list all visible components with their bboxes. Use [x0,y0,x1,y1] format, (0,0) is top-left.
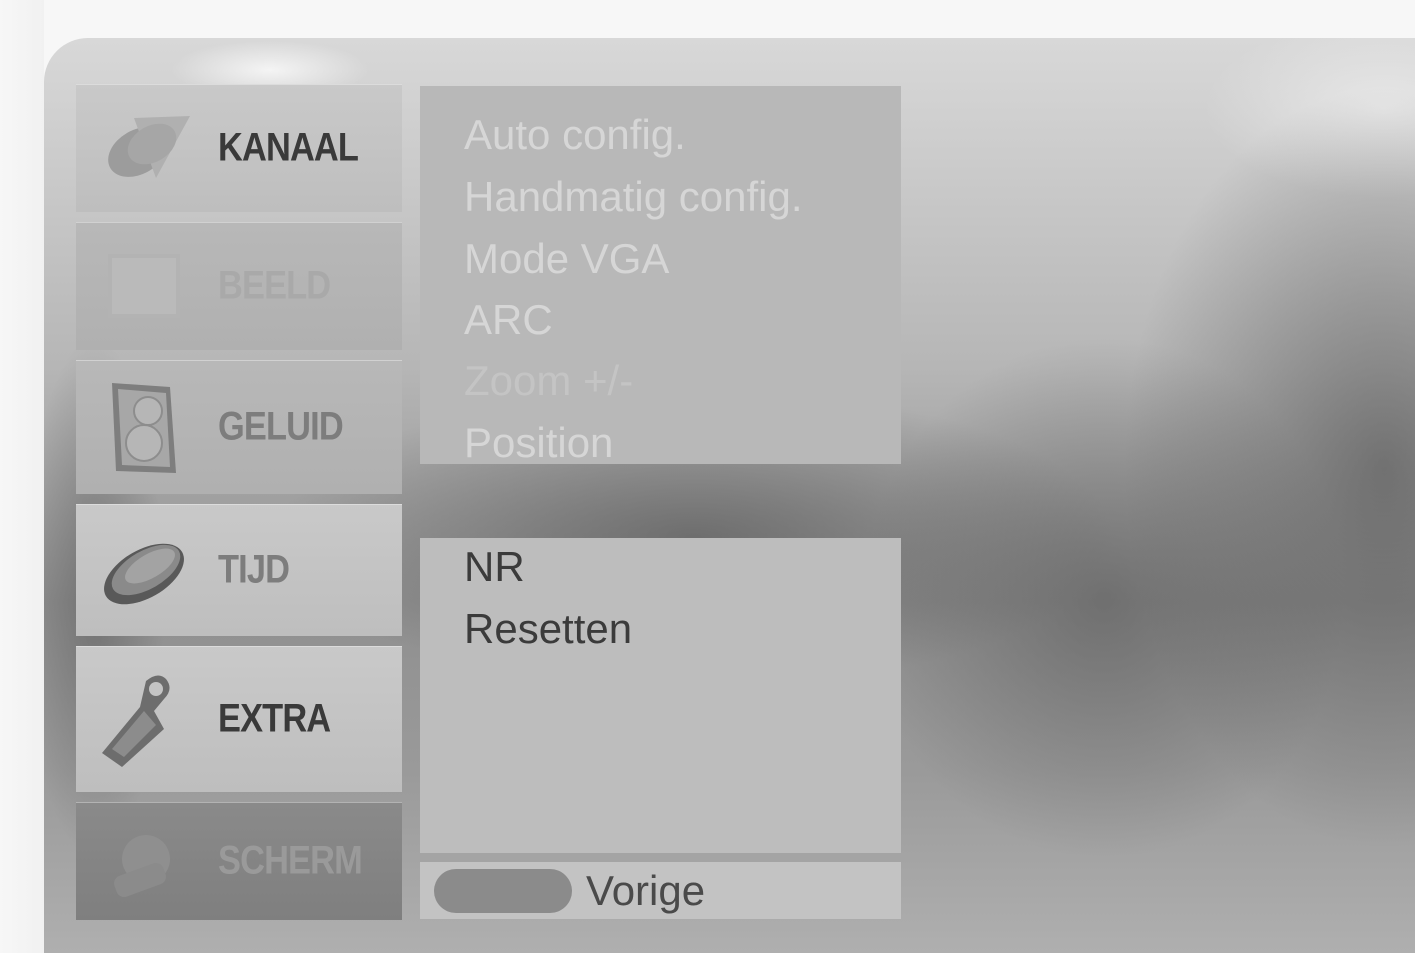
background-edge [0,0,44,953]
menu-item-position[interactable]: Position [464,422,613,464]
category-label: EXTRA [218,696,331,741]
submenu-panel-lower: NR Resetten [420,538,901,853]
footer-bar: Vorige [420,862,901,919]
menu-item-handmatig-config[interactable]: Handmatig config. [464,176,803,218]
speaker-icon [112,383,176,473]
category-extra[interactable]: EXTRA [76,646,402,792]
category-beeld[interactable]: BEELD [76,222,402,350]
category-kanaal[interactable]: KANAAL [76,84,402,212]
screen-settings-icon [114,835,170,897]
category-geluid[interactable]: GELUID [76,360,402,494]
category-scherm[interactable]: SCHERM [76,802,402,920]
back-label[interactable]: Vorige [586,870,705,912]
menu-item-nr[interactable]: NR [464,546,525,588]
menu-item-resetten[interactable]: Resetten [464,608,632,650]
menu-item-zoom[interactable]: Zoom +/- [464,360,633,402]
menu-item-mode-vga[interactable]: Mode VGA [464,238,669,280]
satellite-dish-icon [108,116,190,178]
tag-icon [102,675,170,767]
picture-screen-icon [108,254,180,318]
submenu-panel: Auto config. Handmatig config. Mode VGA … [420,86,901,464]
category-label: BEELD [218,263,331,308]
category-tijd[interactable]: TIJD [76,504,402,636]
menu-key-icon[interactable] [434,869,572,913]
category-label: KANAAL [218,125,359,170]
category-label: SCHERM [218,838,363,883]
clock-icon [104,543,184,605]
menu-item-auto-config[interactable]: Auto config. [464,114,686,156]
category-label: TIJD [218,547,290,592]
category-label: GELUID [218,404,344,449]
menu-item-arc[interactable]: ARC [464,299,553,341]
tv-osd-screen: KANAAL BEELD GELUID TIJD EXTRA SCHERM Au… [0,0,1415,953]
